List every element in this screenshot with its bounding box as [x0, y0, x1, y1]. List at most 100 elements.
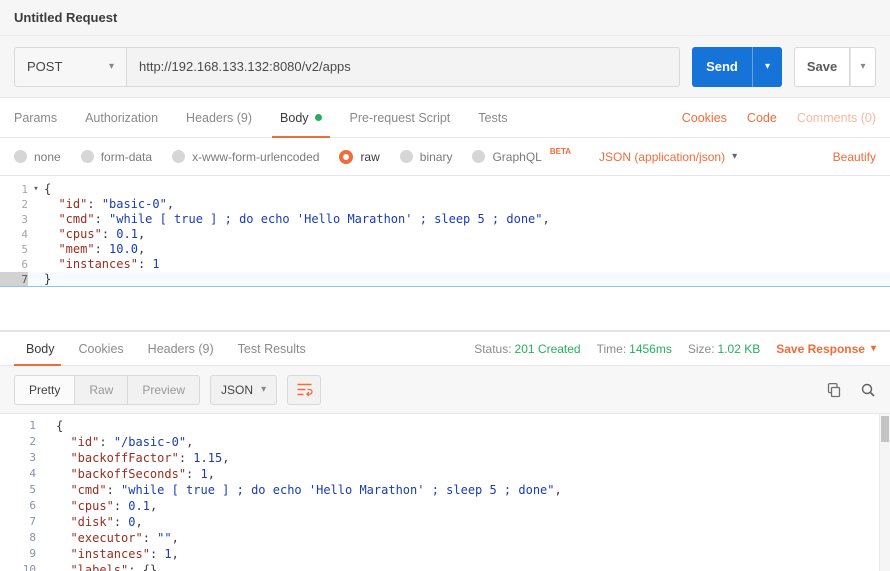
code-token — [56, 451, 70, 465]
content-type-select[interactable]: JSON (application/json) ▾ — [599, 150, 737, 164]
code-text: "id": "/basic-0", — [56, 434, 193, 450]
send-button-group: Send ▾ — [692, 47, 782, 87]
radio-label: raw — [360, 150, 379, 164]
save-response-button[interactable]: Save Response ▾ — [776, 342, 876, 356]
code-token: { — [44, 182, 51, 196]
postman-request-window: Untitled Request POST ▾ Send ▾ Save ▾ Pa… — [0, 0, 890, 571]
tab-label: Params — [14, 111, 57, 125]
view-preview[interactable]: Preview — [127, 375, 200, 405]
radio-icon — [81, 150, 94, 163]
code-token: "/basic-0" — [114, 435, 186, 449]
code-text: "backoffFactor": 1.15, — [56, 450, 229, 466]
search-response-button[interactable] — [860, 382, 876, 398]
response-tab-headers-9[interactable]: Headers (9) — [136, 332, 226, 365]
response-body-viewer[interactable]: 1{2 "id": "/basic-0",3 "backoffFactor": … — [0, 414, 890, 571]
response-toolbar-right — [826, 382, 876, 398]
code-token: : — [95, 242, 109, 256]
tab-label: Test Results — [238, 342, 306, 356]
request-tabs: Params AuthorizationHeaders (9) Body Pre-re… — [14, 98, 521, 137]
response-scrollbar[interactable] — [879, 414, 890, 571]
view-pretty[interactable]: Pretty — [14, 375, 74, 405]
code-text: { — [56, 418, 63, 434]
code-token: , — [543, 212, 550, 226]
code-token — [56, 531, 70, 545]
fold-gutter — [44, 498, 56, 514]
code-text: "cpus": 0.1, — [56, 498, 157, 514]
cookies-link[interactable]: Cookies — [682, 111, 727, 125]
code-token: 1 — [152, 257, 159, 271]
tab-label: Body — [26, 342, 55, 356]
response-language-select[interactable]: JSON ▾ — [210, 375, 277, 405]
code-token: "instances" — [70, 547, 149, 561]
radio-label: GraphQL — [492, 150, 541, 164]
code-line: 3 "backoffFactor": 1.15, — [0, 450, 890, 466]
body-type-options: none form-data x-www-form-urlencoded raw bin… — [14, 150, 571, 164]
url-input[interactable] — [126, 47, 680, 87]
tab-params[interactable]: Params — [14, 98, 71, 137]
beautify-link[interactable]: Beautify — [833, 150, 876, 164]
code-line: 4 "backoffSeconds": 1, — [0, 466, 890, 482]
code-token: "executor" — [70, 531, 142, 545]
code-token: , — [555, 483, 562, 497]
code-token — [56, 467, 70, 481]
response-tabs: Body CookiesHeaders (9) Test Results — [14, 332, 318, 365]
time-badge: Time:1456ms — [597, 342, 672, 356]
body-type-none[interactable]: none — [14, 150, 61, 164]
method-select[interactable]: POST ▾ — [14, 47, 126, 87]
method-label: POST — [27, 59, 62, 74]
copy-response-button[interactable] — [826, 382, 842, 398]
body-type-graphql[interactable]: GraphQL BETA — [472, 150, 571, 164]
send-button[interactable]: Send — [692, 47, 752, 87]
code-link[interactable]: Code — [747, 111, 777, 125]
tab-body[interactable]: Body — [266, 98, 336, 137]
body-type-raw[interactable]: raw — [339, 150, 379, 164]
radio-icon — [14, 150, 27, 163]
line-number: 3 — [0, 212, 28, 227]
radio-icon — [339, 150, 353, 164]
code-token: "cpus" — [70, 499, 113, 513]
code-token: , — [208, 467, 215, 481]
body-type-binary[interactable]: binary — [400, 150, 453, 164]
line-number: 2 — [0, 434, 44, 450]
tab-pre-request-script[interactable]: Pre-request Script — [336, 98, 465, 137]
tab-headers-9[interactable]: Headers (9) — [172, 98, 266, 137]
body-type-x-www-form-urlencoded[interactable]: x-www-form-urlencoded — [172, 150, 319, 164]
tab-authorization[interactable]: Authorization — [71, 98, 172, 137]
code-text: "cmd": "while [ true ] ; do echo 'Hello … — [44, 212, 550, 227]
comments-link[interactable]: Comments (0) — [797, 111, 876, 125]
send-options-button[interactable]: ▾ — [752, 47, 782, 87]
code-token: { — [56, 419, 63, 433]
response-tab-test-results[interactable]: Test Results — [226, 332, 318, 365]
fold-gutter — [28, 242, 44, 257]
line-number: 4 — [0, 466, 44, 482]
response-tab-cookies[interactable]: Cookies — [67, 332, 136, 365]
code-token: : — [143, 531, 157, 545]
code-token — [56, 435, 70, 449]
body-type-form-data[interactable]: form-data — [81, 150, 152, 164]
request-body-editor[interactable]: 1▾{2 "id": "basic-0",3 "cmd": "while [ t… — [0, 176, 890, 332]
fold-toggle-icon[interactable]: ▾ — [28, 182, 44, 197]
request-url-bar: POST ▾ Send ▾ Save ▾ — [0, 36, 890, 98]
radio-label: binary — [420, 150, 453, 164]
scrollbar-thumb[interactable] — [881, 416, 889, 442]
fold-gutter — [44, 434, 56, 450]
fold-gutter — [44, 466, 56, 482]
code-token: , — [138, 242, 145, 256]
wrap-lines-button[interactable] — [287, 375, 321, 405]
line-number: 7 — [0, 272, 28, 286]
response-tab-body[interactable]: Body — [14, 332, 67, 365]
save-options-button[interactable]: ▾ — [850, 47, 876, 87]
tab-tests[interactable]: Tests — [464, 98, 521, 137]
code-line: 7} — [0, 272, 890, 287]
view-raw[interactable]: Raw — [74, 375, 127, 405]
code-token: "cpus" — [58, 227, 101, 241]
fold-gutter — [44, 562, 56, 571]
code-token: , — [150, 499, 157, 513]
body-type-bar: none form-data x-www-form-urlencoded raw bin… — [0, 138, 890, 176]
code-line: 1{ — [0, 418, 890, 434]
tab-label: Body — [280, 111, 309, 125]
save-button[interactable]: Save — [794, 47, 850, 87]
beta-badge: BETA — [550, 147, 571, 156]
code-token: "mem" — [58, 242, 94, 256]
code-token: "backoffSeconds" — [70, 467, 186, 481]
